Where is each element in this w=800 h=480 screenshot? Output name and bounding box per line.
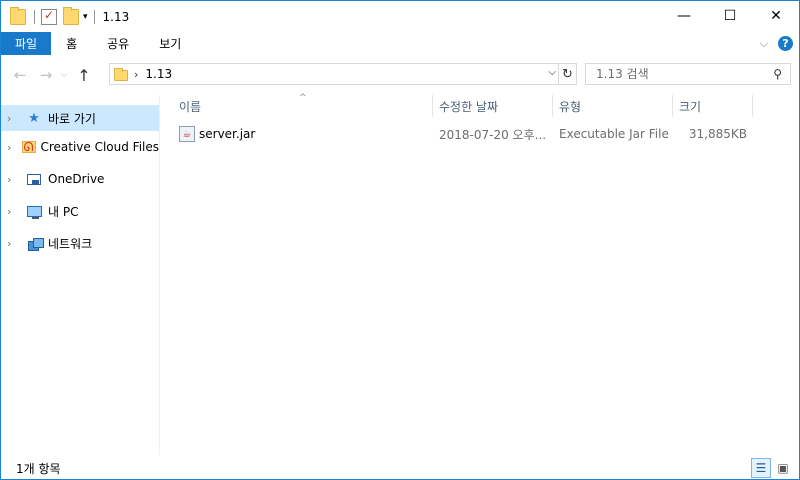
- column-header-name[interactable]: 이름: [161, 95, 433, 117]
- item-count: 1개 항목: [16, 461, 61, 476]
- tab-file[interactable]: 파일: [1, 32, 52, 55]
- up-arrow-icon: ↑: [77, 65, 91, 85]
- tab-home[interactable]: 홈: [51, 32, 92, 55]
- details-view-icon: ☰: [755, 461, 767, 475]
- expand-chevron-icon[interactable]: ›: [7, 141, 17, 154]
- explorer-window: ▾ 1.13 — ☐ ✕ 파일 홈 공유 보기 ⌵ ? ← → ⌵ ↑ › 1.…: [0, 0, 800, 480]
- jar-file-icon: ☕: [179, 126, 195, 142]
- ribbon-controls: ⌵ ?: [760, 32, 793, 55]
- minimize-icon: —: [677, 8, 691, 24]
- properties-icon[interactable]: [41, 8, 57, 25]
- folder-icon: [10, 6, 26, 25]
- title-bar: ▾ 1.13 — ☐ ✕: [1, 1, 799, 32]
- maximize-icon: ☐: [723, 8, 737, 24]
- address-dropdown-icon[interactable]: ⌵: [548, 67, 556, 78]
- refresh-icon: ↻: [562, 66, 573, 82]
- sort-ascending-icon: ^: [299, 93, 307, 103]
- file-list: ^ 이름 수정한 날짜 유형 크기 ☕ server.jar 2018-07-2…: [161, 93, 799, 455]
- creative-cloud-folder-icon: ᘏ: [22, 139, 37, 155]
- file-name: server.jar: [199, 127, 256, 141]
- new-folder-icon[interactable]: [63, 6, 79, 25]
- search-icon: ⚲: [773, 67, 782, 81]
- search-input[interactable]: [586, 65, 766, 83]
- maximize-button[interactable]: ☐: [707, 1, 753, 31]
- minimize-button[interactable]: —: [661, 1, 707, 31]
- file-size: 31,885KB: [688, 127, 747, 141]
- sidebar-item-label: 바로 가기: [48, 111, 96, 126]
- column-header-date[interactable]: 수정한 날짜: [433, 95, 553, 117]
- sidebar-item-label: Creative Cloud Files: [40, 140, 159, 154]
- navigation-pane: › ★ 바로 가기 › ᘏ Creative Cloud Files › One…: [1, 95, 160, 455]
- file-type: Executable Jar File: [559, 127, 669, 141]
- status-bar: 1개 항목 ☰ ▣: [1, 457, 799, 479]
- ribbon-tabs: 파일 홈 공유 보기 ⌵ ?: [1, 32, 799, 55]
- forward-arrow-icon: →: [39, 66, 53, 84]
- column-headers: ^ 이름 수정한 날짜 유형 크기: [161, 93, 799, 117]
- sidebar-item-onedrive[interactable]: › OneDrive: [1, 163, 159, 195]
- help-icon[interactable]: ?: [778, 36, 793, 51]
- address-bar[interactable]: › 1.13 ⌵ ↻: [109, 63, 577, 85]
- network-icon: [26, 235, 44, 251]
- sidebar-item-label: 네트워크: [48, 236, 93, 251]
- tab-share[interactable]: 공유: [92, 32, 144, 55]
- refresh-button[interactable]: ↻: [558, 64, 576, 84]
- close-icon: ✕: [770, 8, 782, 24]
- details-view-button[interactable]: ☰: [751, 458, 771, 478]
- breadcrumb-current[interactable]: 1.13: [145, 67, 172, 81]
- sidebar-item-creative-cloud[interactable]: › ᘏ Creative Cloud Files: [1, 131, 159, 163]
- window-title: 1.13: [102, 9, 130, 24]
- expand-chevron-icon[interactable]: ›: [7, 205, 21, 218]
- customize-toolbar-arrow-icon[interactable]: ▾: [83, 12, 88, 22]
- expand-chevron-icon[interactable]: ›: [7, 237, 21, 250]
- file-date: 2018-07-20 오후...: [439, 127, 547, 142]
- window-controls: — ☐ ✕: [661, 1, 799, 31]
- column-header-type[interactable]: 유형: [553, 95, 673, 117]
- file-row[interactable]: ☕ server.jar 2018-07-20 오후... Executable…: [161, 123, 761, 145]
- large-icons-view-button[interactable]: ▣: [773, 458, 793, 478]
- close-button[interactable]: ✕: [753, 1, 799, 31]
- onedrive-icon: [26, 171, 42, 187]
- quick-access-toolbar: ▾ 1.13: [1, 1, 129, 32]
- toolbar-divider: [34, 9, 35, 24]
- sidebar-item-this-pc[interactable]: › 내 PC: [1, 195, 159, 227]
- file-name-cell[interactable]: ☕ server.jar: [161, 126, 433, 142]
- expand-chevron-icon[interactable]: ›: [7, 173, 21, 186]
- breadcrumb-chevron-icon[interactable]: ›: [134, 68, 138, 81]
- column-header-size[interactable]: 크기: [673, 95, 753, 117]
- sidebar-item-label: 내 PC: [48, 204, 79, 219]
- up-button[interactable]: ↑: [73, 64, 95, 86]
- search-box[interactable]: ⚲: [585, 63, 791, 85]
- expand-chevron-icon[interactable]: ›: [7, 112, 21, 125]
- folder-icon: [114, 67, 128, 81]
- chevron-down-icon: ⌵: [60, 70, 68, 80]
- tab-view[interactable]: 보기: [144, 32, 196, 55]
- back-arrow-icon: ←: [13, 66, 27, 84]
- quick-access-star-icon: ★: [28, 110, 40, 126]
- sidebar-item-label: OneDrive: [48, 172, 105, 186]
- view-switcher: ☰ ▣: [749, 458, 793, 478]
- expand-ribbon-chevron-icon[interactable]: ⌵: [760, 37, 768, 51]
- back-button[interactable]: ←: [9, 64, 31, 86]
- sidebar-item-network[interactable]: › 네트워크: [1, 227, 159, 259]
- address-row: ← → ⌵ ↑ › 1.13 ⌵ ↻ ⚲: [1, 55, 799, 95]
- forward-button[interactable]: →: [35, 64, 57, 86]
- sidebar-item-quick-access[interactable]: › ★ 바로 가기: [1, 105, 159, 131]
- this-pc-icon: [26, 203, 42, 219]
- large-icons-view-icon: ▣: [777, 461, 789, 475]
- recent-locations-button[interactable]: ⌵: [57, 64, 71, 86]
- toolbar-divider: [93, 9, 95, 24]
